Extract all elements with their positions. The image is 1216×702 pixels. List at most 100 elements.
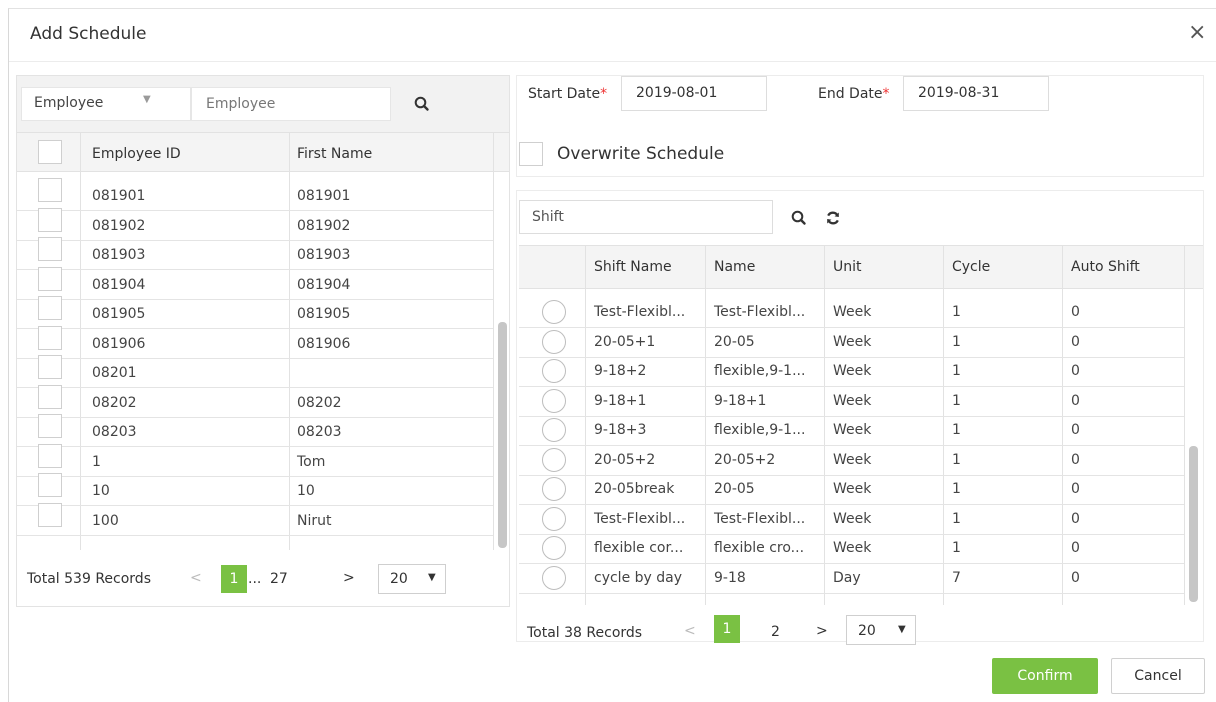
column-cycle[interactable]: Cycle [952, 259, 990, 275]
cycle-cell: 1 [952, 333, 961, 350]
row-radio[interactable] [542, 565, 566, 590]
cycle-cell: 1 [952, 540, 961, 556]
first-name-cell: 10 [297, 483, 315, 499]
page-size-value: 20 [858, 623, 876, 639]
search-icon[interactable] [410, 92, 434, 116]
name-cell: flexible,9-1... [714, 363, 806, 379]
row-radio[interactable] [542, 388, 566, 413]
cycle-cell: 7 [952, 569, 961, 586]
shift-name-cell: 20-05break [594, 481, 675, 497]
unit-cell: Week [833, 304, 872, 320]
caret-down-icon[interactable]: ▼ [143, 94, 151, 105]
auto-shift-cell: 0 [1071, 304, 1080, 320]
row-checkbox[interactable] [38, 178, 62, 202]
end-date-label: End Date* [818, 86, 890, 102]
next-page-button[interactable]: > [816, 623, 828, 639]
overwrite-schedule-checkbox[interactable] [519, 142, 543, 166]
auto-shift-cell: 0 [1071, 510, 1080, 527]
employee-id-cell: 100 [92, 512, 119, 529]
shift-name-cell: 20-05+1 [594, 333, 656, 350]
column-name[interactable]: Name [714, 259, 755, 275]
cancel-button[interactable]: Cancel [1111, 658, 1205, 694]
prev-page-button[interactable]: < [190, 570, 202, 586]
row-radio[interactable] [542, 300, 566, 324]
shift-scrollbar[interactable] [1189, 446, 1198, 602]
page-button-2[interactable]: 2 [771, 624, 780, 640]
next-page-button[interactable]: > [343, 570, 355, 586]
start-date-input[interactable]: 2019-08-01 [621, 76, 767, 111]
cycle-cell: 1 [952, 392, 961, 409]
column-divider [1062, 245, 1063, 605]
row-divider [519, 474, 1184, 476]
first-name-cell: Tom [297, 453, 326, 470]
column-divider [493, 132, 494, 550]
unit-cell: Week [833, 540, 872, 556]
first-name-cell: 081902 [297, 217, 351, 234]
employee-scrollbar[interactable] [498, 322, 507, 548]
row-divider [17, 239, 493, 241]
name-cell: flexible,9-1... [714, 422, 806, 438]
employee-id-cell: 1 [92, 453, 101, 470]
unit-cell: Week [833, 422, 872, 438]
shift-name-cell: Test-Flexibl... [594, 510, 686, 527]
column-divider [80, 132, 81, 550]
unit-cell: Day [833, 569, 861, 586]
row-radio[interactable] [542, 506, 566, 531]
employee-search-input[interactable] [191, 87, 391, 121]
row-radio[interactable] [542, 329, 566, 354]
page-button-1[interactable]: 1 [714, 615, 740, 643]
shift-search-input[interactable] [519, 200, 773, 234]
row-radio[interactable] [542, 477, 566, 501]
row-checkbox[interactable] [38, 502, 62, 527]
column-divider [289, 132, 290, 550]
employee-id-cell: 081902 [92, 217, 146, 234]
cycle-cell: 1 [952, 481, 961, 497]
page-button-1[interactable]: 1 [221, 565, 247, 593]
page-button-27[interactable]: 27 [270, 571, 288, 587]
header-divider [9, 61, 1216, 62]
name-cell: 20-05 [714, 481, 755, 497]
unit-cell: Week [833, 451, 872, 468]
row-radio[interactable] [542, 536, 566, 560]
column-first-name[interactable]: First Name [297, 146, 372, 162]
unit-cell: Week [833, 481, 872, 497]
row-checkbox[interactable] [38, 266, 62, 291]
row-radio[interactable] [542, 418, 566, 442]
close-icon[interactable]: × [1188, 20, 1206, 45]
confirm-button[interactable]: Confirm [992, 658, 1098, 694]
row-checkbox[interactable] [38, 414, 62, 438]
row-checkbox[interactable] [38, 384, 62, 409]
refresh-icon[interactable] [821, 206, 845, 230]
row-checkbox[interactable] [38, 207, 62, 232]
select-all-checkbox[interactable] [38, 140, 62, 164]
employee-id-cell: 081903 [92, 247, 146, 263]
shift-total-records: Total 38 Records [527, 625, 643, 641]
row-divider [519, 533, 1184, 535]
end-date-input[interactable]: 2019-08-31 [903, 76, 1049, 111]
row-radio[interactable] [542, 359, 566, 383]
column-shift-name[interactable]: Shift Name [594, 259, 672, 275]
column-employee-id[interactable]: Employee ID [92, 146, 181, 162]
row-divider [17, 210, 493, 211]
first-name-cell: 08203 [297, 424, 342, 440]
search-icon[interactable] [787, 206, 811, 230]
column-auto-shift[interactable]: Auto Shift [1071, 259, 1140, 275]
row-checkbox[interactable] [38, 325, 62, 350]
unit-cell: Week [833, 392, 872, 409]
employee-table-header [17, 132, 509, 172]
auto-shift-cell: 0 [1071, 540, 1080, 556]
row-divider [519, 327, 1184, 328]
row-checkbox[interactable] [38, 237, 62, 261]
row-checkbox[interactable] [38, 355, 62, 379]
row-radio[interactable] [542, 447, 566, 472]
row-checkbox[interactable] [38, 443, 62, 468]
row-divider [519, 386, 1184, 387]
row-checkbox[interactable] [38, 296, 62, 320]
row-divider [17, 416, 493, 418]
auto-shift-cell: 0 [1071, 392, 1080, 409]
prev-page-button[interactable]: < [684, 623, 696, 639]
first-name-cell: Nirut [297, 512, 332, 529]
row-checkbox[interactable] [38, 473, 62, 497]
unit-cell: Week [833, 363, 872, 379]
column-unit[interactable]: Unit [833, 259, 862, 275]
